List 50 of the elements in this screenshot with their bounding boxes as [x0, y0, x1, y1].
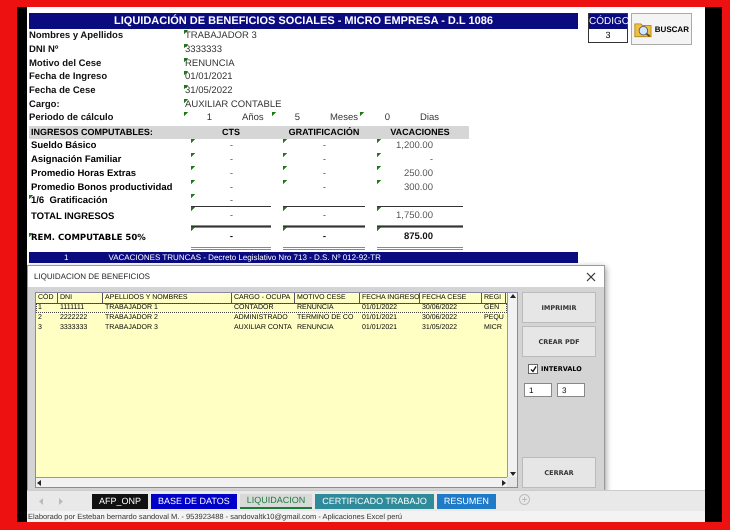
- list-box[interactable]: [35, 292, 518, 488]
- table-cell: -: [283, 226, 365, 250]
- row-label: TOTAL INGRESOS: [30, 211, 116, 222]
- period-value: 0: [360, 112, 392, 124]
- dialog-title: LIQUIDACION DE BENEFICIOS: [34, 272, 150, 281]
- period-unit: Meses: [329, 112, 359, 124]
- code-field[interactable]: 3: [589, 29, 627, 42]
- sheet-tab[interactable]: RESUMEN: [436, 494, 496, 508]
- period-unit: Años: [241, 112, 265, 124]
- sheet-tab[interactable]: LIQUIDACION: [240, 494, 312, 508]
- table-cell: -: [191, 206, 271, 228]
- table-heading: INGRESOS COMPUTABLES:: [30, 127, 154, 138]
- table-cell: 1,750.00: [377, 206, 463, 228]
- row-label: Promedio Bonos productividad: [30, 182, 174, 193]
- row-label: Promedio Horas Extras: [30, 168, 138, 179]
- column-header: VACACIONES: [389, 127, 451, 138]
- scrollbar-corner: [507, 477, 517, 487]
- section-number: 1: [64, 252, 68, 263]
- field-label: Cargo:: [29, 98, 61, 110]
- section-title: VACACIONES TRUNCAS - Decreto Legislativo Nro 713 - D.S. Nº 012-92-TR: [108, 252, 381, 263]
- right-arrow-icon[interactable]: [501, 480, 507, 486]
- code-label: CÓDIGO: [589, 14, 627, 29]
- sheet-tab[interactable]: CERTIFICADO TRABAJO: [315, 494, 434, 508]
- scrollbar[interactable]: [507, 293, 517, 477]
- field-label: Fecha de Cese: [29, 85, 97, 96]
- period-unit: Dias: [419, 112, 440, 124]
- sheet-tab[interactable]: AFP_ONP: [92, 494, 148, 508]
- search-button[interactable]: BUSCAR: [631, 13, 692, 45]
- table-cell: -: [283, 206, 365, 228]
- table-cell: 875.00: [377, 226, 463, 250]
- field-label: Motivo del Cese: [29, 58, 102, 69]
- input-field[interactable]: 1: [524, 383, 552, 397]
- period-value: 5: [272, 112, 302, 124]
- column-header: CTS: [221, 127, 241, 138]
- field-label: Fecha de Ingreso: [29, 71, 108, 82]
- scrollbar[interactable]: [36, 477, 507, 487]
- row-label: Asignación Familiar: [30, 154, 122, 165]
- field-label: DNI Nº: [29, 44, 60, 56]
- input-field[interactable]: 3: [557, 383, 585, 397]
- row-label: Sueldo Básico: [30, 140, 98, 152]
- left-arrow-icon[interactable]: [36, 480, 42, 486]
- sheet-title: LIQUIDACIÓN DE BENEFICIOS SOCIALES - MICRO EMPRESA - D.L 1086: [29, 13, 578, 29]
- column-header: GRATIFICACIÓN: [288, 127, 360, 138]
- field-label: Periodo de cálculo: [29, 112, 114, 124]
- up-arrow-icon[interactable]: [510, 293, 516, 299]
- sheet-tab[interactable]: BASE DE DATOS: [151, 494, 237, 508]
- field-label: Nombres y Apellidos: [29, 30, 124, 42]
- down-arrow-icon[interactable]: [510, 471, 516, 477]
- table-cell: -: [191, 226, 271, 250]
- checkbox[interactable]: [528, 364, 538, 374]
